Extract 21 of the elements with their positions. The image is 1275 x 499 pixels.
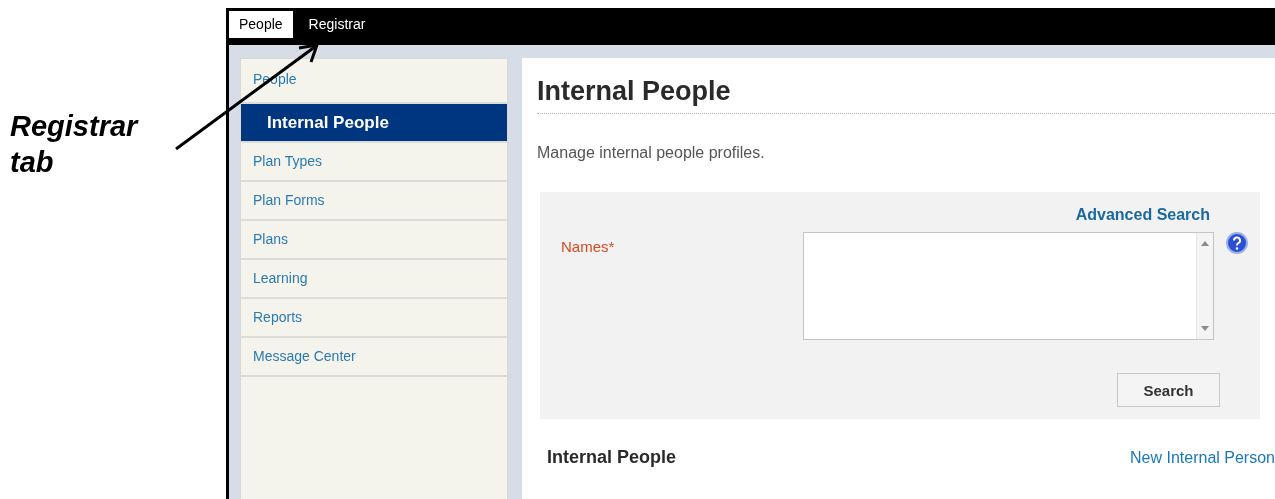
names-field[interactable] [803, 232, 1214, 340]
page-description: Manage internal people profiles. [537, 144, 766, 162]
nav-tab[interactable]: People [229, 11, 293, 38]
scroll-down-icon[interactable] [1201, 326, 1209, 331]
nav-tab[interactable]: Registrar [298, 11, 376, 38]
sidebar-item[interactable]: Internal People [241, 104, 507, 143]
new-person-link[interactable]: New Internal Person [1130, 448, 1275, 467]
sidebar-item[interactable]: Plan Types [241, 143, 507, 182]
annotation-label: Registrar tab [10, 109, 140, 180]
scroll-up-icon[interactable] [1201, 241, 1209, 246]
field-label: Names* [561, 237, 616, 255]
advanced-search-link[interactable]: Advanced Search [1075, 206, 1210, 224]
section-title: Internal People [547, 447, 677, 468]
page-title: Internal People [537, 76, 1275, 114]
sidebar-item[interactable]: Message Center [241, 338, 507, 377]
sidebar-item[interactable]: Plans [241, 221, 507, 260]
sidebar-item[interactable]: Reports [241, 299, 507, 338]
help-icon[interactable] [1226, 232, 1248, 254]
sidebar-item[interactable]: Plan Forms [241, 182, 507, 221]
sidebar-item[interactable]: Learning [241, 260, 507, 299]
search-button[interactable]: Search [1117, 373, 1220, 407]
